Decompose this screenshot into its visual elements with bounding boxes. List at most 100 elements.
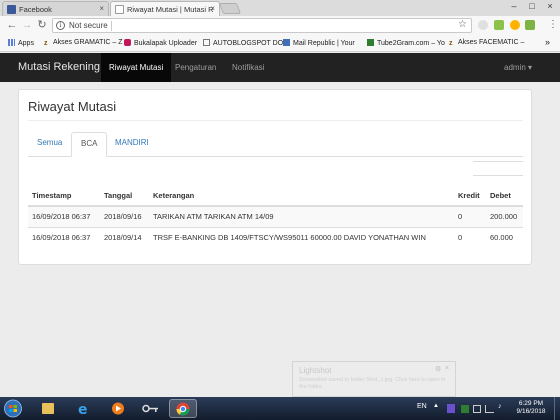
cell-timestamp: 16/09/2018 06:37 <box>28 226 100 248</box>
extension-icon[interactable] <box>510 20 520 30</box>
info-icon[interactable]: i <box>56 21 65 30</box>
cell-debet: 60.000 <box>486 226 523 248</box>
bookmark-star-icon[interactable]: ☆ <box>458 19 467 30</box>
cell-tanggal: 2018/09/16 <box>100 205 149 227</box>
tab-title: Riwayat Mutasi | Mutasi R <box>127 5 214 14</box>
browser-tab-facebook[interactable]: Facebook × <box>2 1 109 16</box>
clock-date: 9/16/2018 <box>516 408 546 415</box>
language-indicator[interactable]: EN <box>417 403 427 410</box>
tab-bca[interactable]: BCA <box>71 132 108 157</box>
extension-icon[interactable] <box>478 20 488 30</box>
explorer-folder-icon[interactable] <box>34 399 62 418</box>
content-panel: Riwayat Mutasi Semua BCA MANDIRI Timesta… <box>18 89 532 265</box>
lightshot-tray-icon[interactable] <box>447 404 455 413</box>
table-header-row: Timestamp Tanggal Keterangan Kredit Debe… <box>28 186 523 207</box>
reload-icon[interactable]: ↻ <box>36 19 48 31</box>
close-icon[interactable]: × <box>445 365 449 372</box>
maximize-button[interactable]: □ <box>523 0 541 14</box>
start-orb-icon[interactable] <box>1 399 25 418</box>
mail-icon <box>283 39 290 46</box>
tab-title: Facebook <box>19 5 52 14</box>
mutation-table: Timestamp Tanggal Keterangan Kredit Debe… <box>28 186 523 248</box>
action-center-icon[interactable] <box>473 405 481 413</box>
facebook-icon <box>7 5 16 14</box>
bookmark-apps[interactable]: Apps <box>8 39 34 47</box>
nav-riwayat-mutasi[interactable]: Riwayat Mutasi <box>101 53 172 82</box>
z-icon: z <box>449 40 453 47</box>
nav-notifikasi[interactable]: Notifikasi <box>224 53 272 82</box>
taskbar: e EN ▲ ♪ 6:29 PM 9/16/2018 <box>0 397 560 420</box>
browser-menu-icon[interactable]: ⋮ <box>548 19 558 30</box>
browser-toolbar: ← → ↻ i Not secure ☆ ⋮ <box>0 16 560 35</box>
clock-time: 6:29 PM <box>518 400 544 407</box>
forward-arrow-icon[interactable]: → <box>21 19 33 31</box>
bookmark-mail-republic[interactable]: Mail Republic | Your <box>283 39 355 47</box>
cell-keterangan: TRSF E-BANKING DB 1409/FTSCY/WS95011 600… <box>149 226 454 248</box>
divider <box>473 161 523 162</box>
bookmark-facematic[interactable]: z Akses FACEMATIC – <box>449 39 524 47</box>
cell-keterangan: TARIKAN ATM TARIKAN ATM 14/09 <box>149 205 454 227</box>
app-navbar: Mutasi Rekening Riwayat Mutasi Pengatura… <box>0 53 560 82</box>
security-label: Not secure <box>69 21 108 30</box>
evernote-icon[interactable] <box>494 20 504 30</box>
divider <box>28 120 523 121</box>
bookmark-tube2gram[interactable]: Tube2Gram.com – Yo <box>367 39 445 47</box>
toast-body: Screenshot saved to folder Shot_1.jpg. C… <box>299 377 446 390</box>
column-header[interactable]: Tanggal <box>100 186 149 207</box>
column-header[interactable]: Kredit <box>454 186 486 207</box>
page-icon <box>115 5 124 14</box>
cell-tanggal: 2018/09/14 <box>100 226 149 248</box>
bookmark-gramatic[interactable]: z Akses GRAMATIC – Z <box>44 39 123 47</box>
system-clock[interactable]: 6:29 PM 9/16/2018 <box>513 400 549 416</box>
column-header[interactable]: Debet <box>486 186 523 207</box>
show-desktop-button[interactable] <box>554 397 560 420</box>
table-row: 16/09/2018 06:37 2018/09/16 TARIKAN ATM … <box>28 205 523 227</box>
tube2gram-icon <box>367 39 374 46</box>
apps-grid-icon <box>8 39 15 46</box>
column-header[interactable]: Timestamp <box>28 186 100 207</box>
tray-expand-icon[interactable]: ▲ <box>433 403 439 409</box>
toast-title: Lightshot <box>299 366 332 375</box>
bookmark-bukalapak[interactable]: Bukalapak Uploader <box>124 39 197 47</box>
cell-debet: 200.000 <box>486 205 523 227</box>
browser-tabstrip: Facebook × Riwayat Mutasi | Mutasi R × –… <box>0 0 560 16</box>
notification-toast[interactable]: Lightshot Screenshot saved to folder Sho… <box>292 361 456 397</box>
window-close-button[interactable]: × <box>541 0 559 14</box>
media-player-icon[interactable] <box>104 399 132 418</box>
z-icon: z <box>44 40 48 47</box>
tab-mandiri[interactable]: MANDIRI <box>106 132 158 157</box>
divider <box>111 21 112 31</box>
brand[interactable]: Mutasi Rekening <box>18 61 100 73</box>
minimize-button[interactable]: – <box>505 0 523 14</box>
new-tab-button[interactable] <box>218 3 242 14</box>
internet-explorer-icon[interactable]: e <box>70 399 98 418</box>
bukalapak-icon <box>124 39 131 46</box>
bookmarks-overflow-button[interactable]: » <box>545 37 550 47</box>
network-icon[interactable] <box>485 405 494 413</box>
close-icon[interactable]: × <box>210 4 215 13</box>
divider <box>473 175 523 176</box>
nav-pengaturan[interactable]: Pengaturan <box>167 53 224 82</box>
volume-icon[interactable]: ♪ <box>498 403 502 410</box>
browser-tab-riwayat[interactable]: Riwayat Mutasi | Mutasi R × <box>110 1 220 16</box>
user-menu[interactable]: admin ▾ <box>504 53 532 82</box>
close-icon[interactable]: × <box>99 4 104 13</box>
address-bar[interactable]: i Not secure ☆ <box>52 18 472 33</box>
cell-kredit: 0 <box>454 205 486 227</box>
bookmark-autoblogspot[interactable]: AUTOBLOGSPOT DO <box>203 39 283 47</box>
tray-app-icon[interactable] <box>461 405 469 413</box>
cell-kredit: 0 <box>454 226 486 248</box>
settings-icon[interactable]: ⚙ <box>435 365 441 373</box>
key-icon[interactable] <box>137 399 165 418</box>
table-row: 16/09/2018 06:37 2018/09/14 TRSF E-BANKI… <box>28 226 523 248</box>
page-title: Riwayat Mutasi <box>28 99 117 114</box>
page-icon <box>203 39 210 46</box>
column-header[interactable]: Keterangan <box>149 186 454 207</box>
back-arrow-icon[interactable]: ← <box>6 19 18 31</box>
chrome-icon[interactable] <box>169 399 197 418</box>
cell-timestamp: 16/09/2018 06:37 <box>28 205 100 227</box>
tab-semua[interactable]: Semua <box>28 132 71 157</box>
extension-icon[interactable] <box>525 20 535 30</box>
svg-text:e: e <box>78 402 88 418</box>
bookmarks-bar: Apps z Akses GRAMATIC – Z Bukalapak Uploa… <box>0 35 560 52</box>
